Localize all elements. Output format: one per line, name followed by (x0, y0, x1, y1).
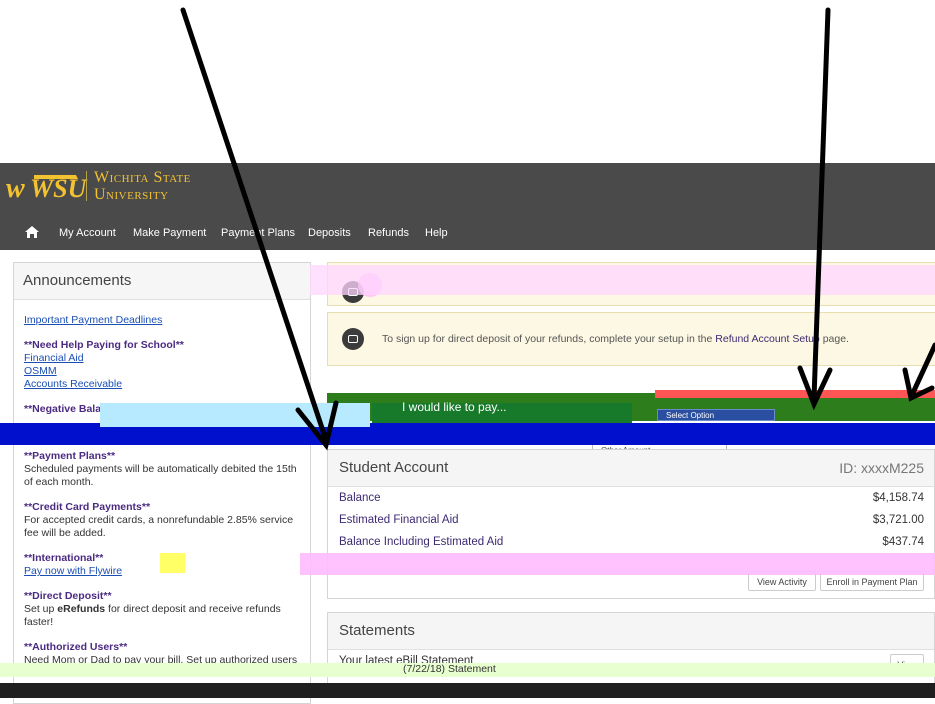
pay-label: I would like to pay... (402, 400, 507, 414)
glitch-green-strip: (7/22/18) Statement (0, 663, 935, 677)
payment-plans-text: Scheduled payments will be automatically… (24, 463, 297, 488)
aid-value: $3,721.00 (872, 514, 924, 526)
glitch-pink-bar (300, 553, 935, 575)
notice-refund-setup: To sign up for direct deposit of your re… (327, 312, 935, 366)
home-icon[interactable] (24, 225, 40, 239)
student-account-header: Student Account ID: xxxxM225 (328, 450, 934, 487)
statements-header: Statements (328, 613, 934, 650)
glitch-dark-strip (0, 683, 935, 698)
svg-text:w: w (6, 173, 25, 203)
university-name: Wichita State University (94, 169, 191, 203)
nav-deposits[interactable]: Deposits (308, 227, 351, 239)
refund-setup-pre: To sign up for direct deposit of your re… (382, 333, 716, 345)
nav-make-payment[interactable]: Make Payment (133, 227, 206, 239)
statement-date: (7/22/18) Statement (403, 663, 496, 675)
university-line-1: Wichita State (94, 169, 191, 186)
accounts-receivable-link[interactable]: Accounts Receivable (24, 378, 300, 391)
credit-card-title: **Credit Card Payments** (24, 501, 151, 513)
university-line-2: University (94, 186, 169, 203)
announcements-panel: Announcements Important Payment Deadline… (13, 262, 311, 704)
nav-refunds[interactable]: Refunds (368, 227, 409, 239)
announcements-title: Announcements (14, 263, 310, 300)
direct-deposit-text-pre: Set up (24, 603, 58, 615)
help-paying-title: **Need Help Paying for School** (24, 339, 184, 351)
student-id: ID: xxxxM225 (839, 460, 924, 476)
erefunds-label: eRefunds (57, 603, 106, 615)
glitch-red-strip (655, 390, 935, 398)
balance-with-aid-value: $437.74 (882, 536, 924, 548)
important-deadlines-link[interactable]: Important Payment Deadlines (24, 314, 300, 327)
refund-setup-post: page. (819, 333, 849, 345)
refund-setup-text: To sign up for direct deposit of your re… (382, 333, 849, 345)
glitch-yellow-block (160, 553, 185, 573)
financial-aid-link[interactable]: Financial Aid (24, 352, 300, 365)
balance-label: Balance (339, 492, 381, 504)
balance-value: $4,158.74 (872, 492, 924, 504)
logo-separator (86, 171, 87, 201)
payment-plans-title: **Payment Plans** (24, 450, 116, 462)
student-account-title: Student Account (339, 459, 449, 476)
authorized-users-title: **Authorized Users** (24, 641, 128, 653)
credit-card-text: For accepted credit cards, a nonrefundab… (24, 514, 294, 539)
student-account-panel: Student Account ID: xxxxM225 Balance $4,1… (327, 449, 935, 599)
glitch-pink-overlay (310, 265, 935, 295)
refund-account-setup-link[interactable]: Refund Account Setup (715, 333, 820, 345)
glitch-cyan-bar (100, 403, 370, 427)
aid-label: Estimated Financial Aid (339, 514, 459, 526)
aid-row: Estimated Financial Aid $3,721.00 (328, 509, 934, 531)
balance-row: Balance $4,158.74 (328, 487, 934, 509)
wsu-logo-icon[interactable]: w WSU (4, 169, 88, 203)
balance-with-aid-label: Balance Including Estimated Aid (339, 536, 504, 548)
site-header: w WSU Wichita State University My Accoun… (0, 163, 935, 250)
nav-my-account[interactable]: My Account (59, 227, 116, 239)
balance-with-aid-row: Balance Including Estimated Aid $437.74 (328, 531, 934, 553)
osmm-link[interactable]: OSMM (24, 365, 300, 378)
money-icon (342, 328, 364, 350)
nav-payment-plans[interactable]: Payment Plans (221, 227, 295, 239)
pay-select[interactable]: Select Option (657, 409, 775, 421)
nav-help[interactable]: Help (425, 227, 448, 239)
main-nav: My Account Make Payment Payment Plans De… (0, 219, 935, 247)
direct-deposit-title: **Direct Deposit** (24, 590, 112, 602)
